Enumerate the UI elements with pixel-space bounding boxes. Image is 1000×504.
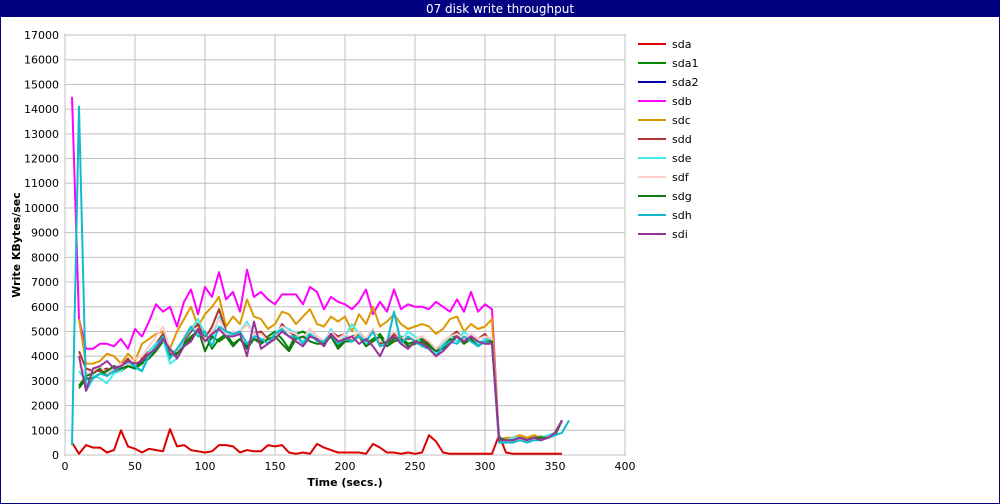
y-tick-label: 2000 [31, 400, 59, 413]
y-tick-label: 13000 [24, 128, 59, 141]
y-tick-label: 3000 [31, 375, 59, 388]
y-tick-label: 15000 [24, 78, 59, 91]
legend-label-sdf: sdf [672, 171, 690, 184]
legend-label-sde: sde [672, 152, 692, 165]
legend-label-sdd: sdd [672, 133, 692, 146]
y-tick-label: 4000 [31, 350, 59, 363]
legend-label-sda1: sda1 [672, 57, 698, 70]
x-tick-label: 200 [335, 460, 356, 473]
x-tick-label: 250 [405, 460, 426, 473]
legend-label-sdh: sdh [672, 209, 692, 222]
x-tick-label: 100 [195, 460, 216, 473]
x-tick-label: 150 [265, 460, 286, 473]
x-tick-label: 350 [545, 460, 566, 473]
y-tick-label: 12000 [24, 153, 59, 166]
y-tick-label: 8000 [31, 251, 59, 264]
x-axis-label: Time (secs.) [307, 476, 382, 489]
y-tick-label: 7000 [31, 276, 59, 289]
y-tick-label: 0 [52, 449, 59, 462]
y-tick-label: 14000 [24, 103, 59, 116]
y-tick-label: 9000 [31, 227, 59, 240]
y-tick-label: 17000 [24, 29, 59, 42]
legend: sda sda1 sda2 sdb sdc sdd sde sdf sdg sdh sdi [638, 38, 698, 241]
y-tick-label: 6000 [31, 301, 59, 314]
y-tick-label: 1000 [31, 424, 59, 437]
y-tick-label: 10000 [24, 202, 59, 215]
y-axis-label: Write KBytes/sec [10, 192, 23, 298]
line-chart: 0 50 100 150 200 250 300 350 4000100020003000400… [10, 29, 698, 489]
legend-label-sda2: sda2 [672, 76, 698, 89]
x-tick-label: 0 [62, 460, 69, 473]
legend-label-sdb: sdb [672, 95, 692, 108]
legend-label-sdg: sdg [672, 190, 692, 203]
x-tick-label: 300 [475, 460, 496, 473]
legend-label-sdi: sdi [672, 228, 688, 241]
y-tick-label: 5000 [31, 325, 59, 338]
legend-label-sda: sda [672, 38, 691, 51]
x-tick-label: 400 [615, 460, 636, 473]
x-tick-label: 50 [128, 460, 142, 473]
y-tick-label: 11000 [24, 177, 59, 190]
legend-label-sdc: sdc [672, 114, 691, 127]
y-tick-label: 16000 [24, 54, 59, 67]
